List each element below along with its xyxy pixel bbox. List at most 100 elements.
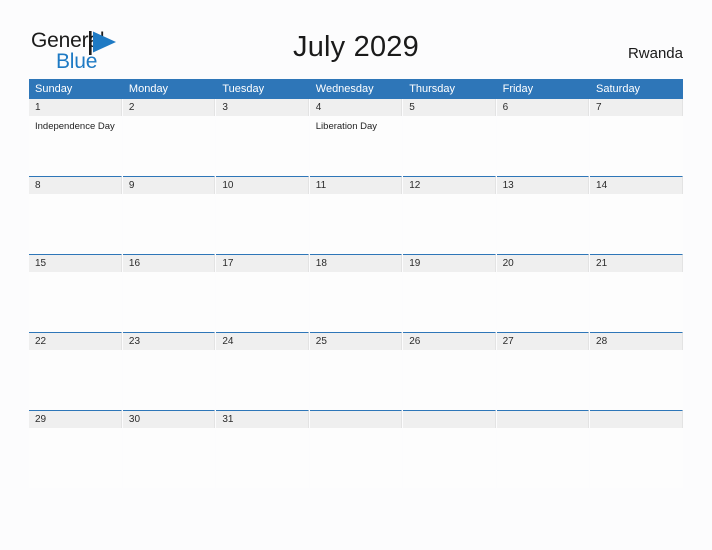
day-number: 12 [403,176,496,194]
calendar-day-cell[interactable]: 4 Liberation Day [309,99,404,176]
weekday-header-saturday: Saturday [589,79,683,99]
calendar-page: General Blue July 2029 Rwanda Sunday Mond… [0,0,712,550]
day-events [309,350,403,410]
day-events [216,272,309,332]
calendar-table: Sunday Monday Tuesday Wednesday Thursday Frid… [29,79,683,488]
calendar-day-cell[interactable]: 15 [29,254,123,332]
calendar-day-cell[interactable]: 17 [215,254,310,332]
country-label: Rwanda [627,45,683,62]
weekday-header-friday: Friday [496,79,591,99]
calendar-day-cell[interactable]: 10 [215,176,310,254]
day-events [216,116,309,176]
calendar-day-cell[interactable]: 9 [122,176,217,254]
day-events [590,428,683,488]
calendar-day-cell[interactable]: 24 [215,332,310,410]
calendar-day-cell[interactable]: 16 [122,254,217,332]
calendar-day-cell[interactable]: 28 [590,332,683,410]
calendar-day-cell[interactable]: 19 [402,254,497,332]
weekday-header-monday: Monday [122,79,217,99]
page-title: July 2029 [293,31,419,63]
day-number: 2 [122,99,216,116]
calendar-empty-cell [309,410,404,488]
calendar-day-cell[interactable]: 29 [29,410,123,488]
day-number: 8 [29,176,122,194]
day-events [29,272,122,332]
calendar-day-cell[interactable]: 8 [29,176,123,254]
day-events [216,350,309,410]
page-header: General Blue July 2029 Rwanda [0,0,712,79]
calendar-day-cell[interactable]: 14 [590,176,683,254]
calendar-day-cell[interactable]: 22 [29,332,123,410]
calendar-day-cell[interactable]: 12 [402,176,497,254]
calendar-day-cell[interactable]: 2 [122,99,217,176]
day-events [122,428,216,488]
day-events [496,428,590,488]
day-events [403,350,496,410]
day-events [496,350,590,410]
calendar-week-row: 15 16 17 18 19 20 21 [29,254,683,332]
day-events [403,272,496,332]
day-number [496,410,590,428]
day-events [496,116,590,176]
calendar-day-cell[interactable]: 23 [122,332,217,410]
calendar-day-cell[interactable]: 31 [215,410,310,488]
day-events [122,194,216,254]
weekday-header-wednesday: Wednesday [309,79,404,99]
holiday-event: Liberation Day [315,121,378,132]
calendar-day-cell[interactable]: 30 [122,410,217,488]
calendar-day-cell[interactable]: 21 [590,254,683,332]
calendar-empty-cell [590,410,683,488]
day-events [590,194,683,254]
day-number: 4 [309,99,403,116]
day-number: 11 [309,176,403,194]
day-number: 3 [216,99,309,116]
calendar-day-cell[interactable]: 6 [496,99,591,176]
calendar-day-cell[interactable]: 5 [402,99,497,176]
day-number: 1 [29,99,122,116]
day-number [590,410,683,428]
calendar-day-cell[interactable]: 20 [496,254,591,332]
day-events [496,194,590,254]
day-events [403,116,496,176]
day-number: 14 [590,176,683,194]
day-number: 28 [590,332,683,350]
weekday-header-tuesday: Tuesday [215,79,310,99]
calendar-day-cell[interactable]: 7 [590,99,683,176]
holiday-event: Independence Day [35,121,115,132]
day-number: 7 [590,99,683,116]
day-number: 24 [216,332,309,350]
day-number: 18 [309,254,403,272]
weekday-header-sunday: Sunday [29,79,123,99]
calendar-week-row: 29 30 31 [29,410,683,488]
day-number: 21 [590,254,683,272]
calendar-day-cell[interactable]: 3 [215,99,310,176]
calendar-week-row: 22 23 24 25 26 27 28 [29,332,683,410]
day-events [309,272,403,332]
calendar-day-cell[interactable]: 25 [309,332,404,410]
calendar-day-cell[interactable]: 1 Independence Day [29,99,123,176]
day-events [29,350,122,410]
calendar-grid: Sunday Monday Tuesday Wednesday Thursday Frid… [29,79,683,488]
calendar-day-cell[interactable]: 27 [496,332,591,410]
day-number: 6 [496,99,590,116]
day-events [309,194,403,254]
day-events [496,272,590,332]
day-events: Independence Day [29,116,122,176]
day-number: 5 [403,99,496,116]
day-number: 20 [496,254,590,272]
day-events [590,272,683,332]
calendar-day-cell[interactable]: 13 [496,176,591,254]
calendar-empty-cell [496,410,591,488]
calendar-day-cell[interactable]: 18 [309,254,404,332]
day-number: 23 [122,332,216,350]
day-number: 10 [216,176,309,194]
day-number: 9 [122,176,216,194]
day-number [309,410,403,428]
day-events [216,194,309,254]
day-number: 29 [29,410,122,428]
calendar-day-cell[interactable]: 26 [402,332,497,410]
calendar-day-cell[interactable]: 11 [309,176,404,254]
day-events [403,194,496,254]
day-events [590,350,683,410]
day-number: 26 [403,332,496,350]
